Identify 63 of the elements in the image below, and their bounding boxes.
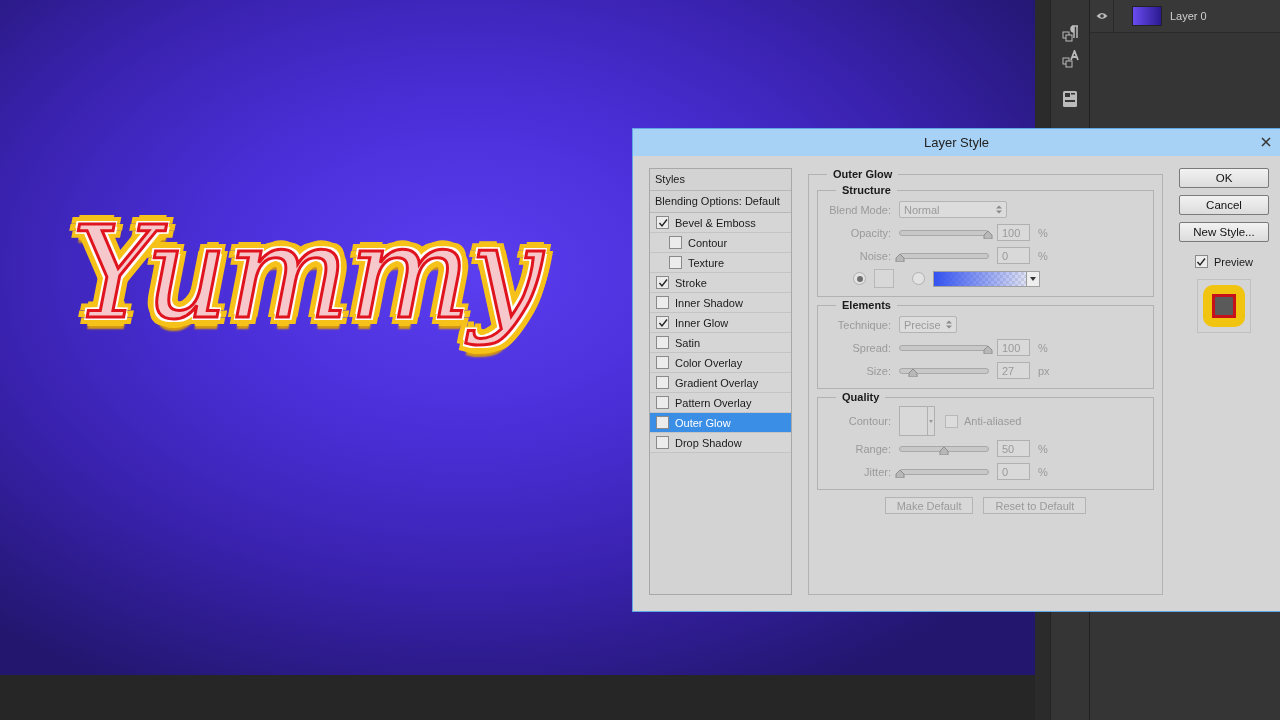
- field-label: Size:: [865, 364, 891, 377]
- unit-label: %: [1038, 341, 1048, 354]
- style-item[interactable]: Satin: [650, 333, 791, 353]
- group-title: Quality: [841, 391, 881, 403]
- checkbox[interactable]: [656, 336, 669, 349]
- field-label: Jitter:: [863, 465, 891, 478]
- style-item[interactable]: Pattern Overlay: [650, 393, 791, 413]
- field-label: Spread:: [851, 341, 891, 354]
- field-label: Technique:: [836, 318, 891, 331]
- field-label: Opacity:: [849, 226, 891, 239]
- style-item[interactable]: Texture: [650, 253, 791, 273]
- group-title: Elements: [841, 299, 892, 311]
- eye-icon[interactable]: [1095, 12, 1108, 20]
- style-preview-icon: [1202, 284, 1246, 328]
- properties-icon[interactable]: [1062, 90, 1078, 108]
- style-item[interactable]: Bevel & Emboss: [650, 213, 791, 233]
- checkbox[interactable]: [656, 416, 669, 429]
- style-item[interactable]: Color Overlay: [650, 353, 791, 373]
- checkbox[interactable]: [669, 236, 682, 249]
- checkbox-label: Anti-aliased: [964, 415, 1022, 427]
- group-title: Structure: [841, 184, 892, 196]
- style-item[interactable]: Stroke: [650, 273, 791, 293]
- checkbox[interactable]: [656, 376, 669, 389]
- layer-thumbnail: [1132, 6, 1162, 26]
- checkbox[interactable]: [656, 396, 669, 409]
- spinner-arrows-icon: [946, 320, 952, 329]
- style-item[interactable]: Gradient Overlay: [650, 373, 791, 393]
- field-label: Range:: [854, 442, 891, 455]
- dialog-button[interactable]: Cancel: [1179, 195, 1269, 215]
- checkbox[interactable]: [656, 436, 669, 449]
- layer-row[interactable]: Layer 0: [1090, 0, 1280, 33]
- paragraph-style-icon[interactable]: [1061, 24, 1079, 42]
- caret-icon: [1030, 276, 1036, 281]
- checkbox-label: Preview: [1213, 255, 1254, 268]
- field-label: Blend Mode:: [828, 203, 891, 216]
- checkbox[interactable]: [656, 316, 669, 329]
- character-style-icon[interactable]: [1061, 50, 1079, 68]
- list-header: Styles: [650, 169, 791, 191]
- style-item[interactable]: Drop Shadow: [650, 433, 791, 453]
- window-title: Layer Style: [923, 135, 989, 150]
- layer-name: Layer 0: [1170, 10, 1207, 22]
- spinner-arrows-icon: [996, 205, 1002, 214]
- unit-label: %: [1038, 249, 1048, 262]
- unit-label: px: [1038, 364, 1050, 377]
- unit-label: %: [1038, 442, 1048, 455]
- dialog-button[interactable]: New Style...: [1179, 222, 1269, 242]
- checkbox[interactable]: [1194, 255, 1208, 268]
- checkbox[interactable]: [669, 256, 682, 269]
- field-label: Noise:: [858, 249, 891, 262]
- style-item[interactable]: Inner Shadow: [650, 293, 791, 313]
- checkbox[interactable]: [656, 356, 669, 369]
- field-label: Contour:: [847, 415, 891, 427]
- unit-label: %: [1038, 226, 1048, 239]
- caret-icon: [929, 419, 933, 423]
- checkbox[interactable]: [656, 216, 669, 229]
- style-item[interactable]: Inner Glow: [650, 313, 791, 333]
- style-item[interactable]: Contour: [650, 233, 791, 253]
- panel-title: Outer Glow: [832, 168, 894, 180]
- dialog-button[interactable]: OK: [1179, 168, 1269, 188]
- close-button[interactable]: [1258, 135, 1274, 149]
- checkbox[interactable]: [656, 296, 669, 309]
- unit-label: %: [1038, 465, 1048, 478]
- checkbox[interactable]: [656, 276, 669, 289]
